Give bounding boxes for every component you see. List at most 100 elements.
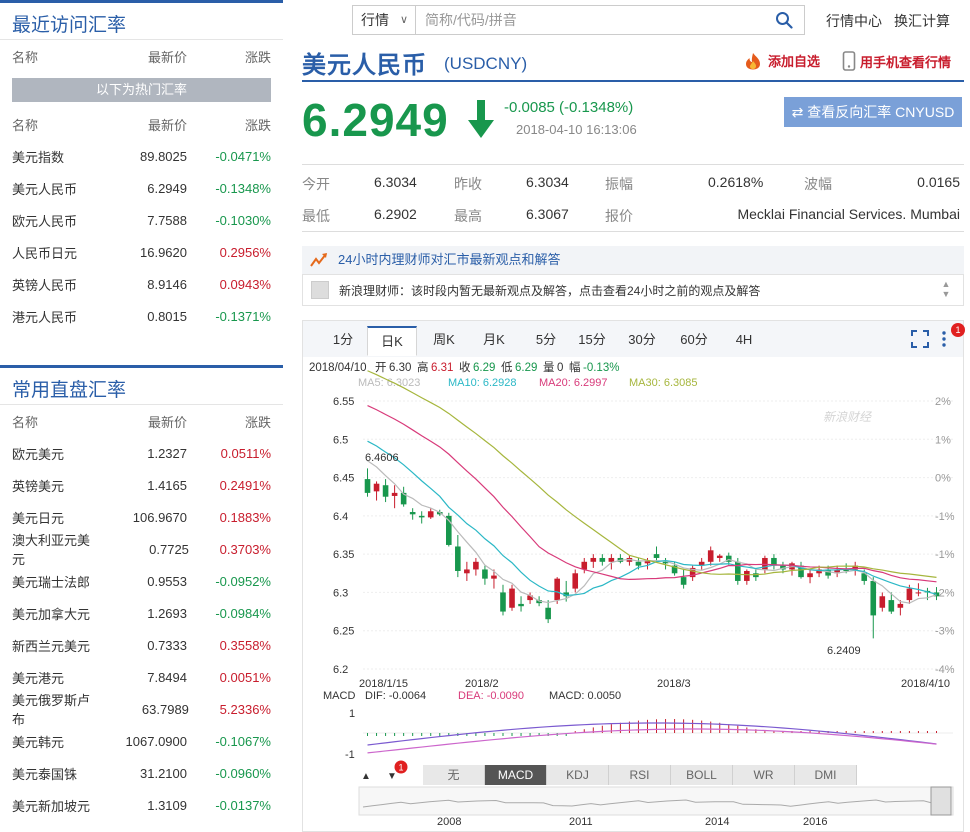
candle-body xyxy=(500,592,506,612)
rate-price: 7.7588 xyxy=(147,212,187,228)
high-value: 6.3067 xyxy=(526,206,569,222)
left-sidebar: 最近访问汇率 名称 最新价 涨跌 以下为热门汇率 名称 最新价 涨跌 美元指数 8… xyxy=(0,0,283,832)
candle-body xyxy=(545,607,551,620)
header-price: 最新价 xyxy=(147,117,187,133)
candle-body xyxy=(807,573,813,578)
y-tick-label-right: 0% xyxy=(935,473,951,485)
candle-body xyxy=(707,550,714,562)
rate-change: -0.1030% xyxy=(215,212,271,228)
indicator-tab[interactable]: KDJ xyxy=(547,765,609,785)
candle-body xyxy=(915,592,922,594)
mobile-view-button[interactable]: 用手机查看行情 xyxy=(842,51,951,71)
market-center-link[interactable]: 行情中心 xyxy=(826,11,882,31)
candle-body xyxy=(599,557,606,562)
amplitude-value: 0.2618% xyxy=(708,174,764,190)
rate-name: 美元指数 xyxy=(12,149,65,165)
header-name: 名称 xyxy=(12,117,39,133)
info-amp-label: 幅 xyxy=(569,361,581,374)
ma-legend-ma10: MA10: 6.2928 xyxy=(448,377,517,389)
rate-row[interactable]: 英镑人民币 8.9146 0.0943% xyxy=(0,268,283,300)
y-tick-label: 6.25 xyxy=(333,626,354,638)
rate-row[interactable]: 欧元美元 1.2327 0.0511% xyxy=(0,437,283,469)
y-tick-label: 6.4 xyxy=(333,511,348,523)
info-high: 6.31 xyxy=(431,362,453,374)
reverse-rate-button[interactable]: ⇄ 查看反向汇率 CNYUSD xyxy=(784,97,962,127)
rate-name: 美元港元 xyxy=(12,670,65,686)
rate-row[interactable]: 欧元人民币 7.7588 -0.1030% xyxy=(0,204,283,236)
macd-dif-line xyxy=(367,722,937,746)
rate-row[interactable]: 人民币日元 16.9620 0.2956% xyxy=(0,236,283,268)
volatility-value: 0.0165 xyxy=(917,174,960,190)
rate-row[interactable]: 美元新加坡元 1.3109 -0.0137% xyxy=(0,789,283,821)
search-icon[interactable] xyxy=(775,11,793,29)
arrow-down-icon xyxy=(468,100,494,138)
rate-change: 0.0051% xyxy=(219,669,271,685)
indicator-tabs: 无 MACD KDJ RSI BOLL WR DMI xyxy=(423,765,857,785)
rate-row[interactable]: 美元瑞士法郎 0.9553 -0.0952% xyxy=(0,565,283,597)
rate-row[interactable]: 美元泰国铢 31.2100 -0.0960% xyxy=(0,757,283,789)
indicator-tab[interactable]: DMI xyxy=(795,765,857,785)
rate-name: 美元俄罗斯卢布 xyxy=(12,693,91,727)
overview-handle xyxy=(930,786,952,816)
scroll-arrows-icon[interactable]: ▲ ▼ xyxy=(941,279,951,301)
market-select[interactable]: 行情 ∨ xyxy=(352,5,416,35)
add-favorite-button[interactable]: 添加自选 xyxy=(742,51,820,70)
pair-title: 美元人民币 xyxy=(302,52,427,79)
rate-row[interactable]: 美元指数 89.8025 -0.0471% xyxy=(0,140,283,172)
rate-row[interactable]: 美元港元 7.8494 0.0051% xyxy=(0,661,283,693)
indicator-tab[interactable]: RSI xyxy=(609,765,671,785)
rate-row[interactable]: 新西兰元美元 0.7333 0.3558% xyxy=(0,629,283,661)
indicator-tab[interactable]: 无 xyxy=(423,765,485,785)
candle-body xyxy=(590,557,597,562)
rate-row[interactable]: 美元日元 106.9670 0.1883% xyxy=(0,501,283,533)
rate-row[interactable]: 港元人民币 0.8015 -0.1371% xyxy=(0,300,283,332)
header-name: 名称 xyxy=(12,414,39,430)
macd-value: MACD: 0.0050 xyxy=(549,690,621,702)
rate-row[interactable]: 美元加拿大元 1.2693 -0.0984% xyxy=(0,597,283,629)
recent-rates-title: 最近访问汇率 xyxy=(0,0,283,40)
info-open-label: 开 xyxy=(375,362,387,374)
rate-price: 89.8025 xyxy=(140,148,187,164)
indicator-tab[interactable]: WR xyxy=(733,765,795,785)
advisor-header[interactable]: 24小时内理财师对汇市最新观点和解答 xyxy=(302,246,964,274)
advisor-message[interactable]: 新浪理财师：该时段内暂无最新观点及解答，点击查看24小时之前的观点及解答 ▲ ▼ xyxy=(302,274,964,306)
flame-icon xyxy=(746,52,760,69)
info-amp: -0.13% xyxy=(583,362,619,374)
currency-convert-link[interactable]: 换汇计算 xyxy=(894,11,950,31)
overview-year-label: 2014 xyxy=(705,816,729,828)
rate-row[interactable]: 英镑美元 1.4165 0.2491% xyxy=(0,469,283,501)
rate-change: 0.3558% xyxy=(219,637,271,653)
overview-year-label: 2008 xyxy=(437,816,461,828)
info-close: 6.29 xyxy=(473,362,495,374)
kline-chart[interactable]: 2018/04/10 开 6.30 高 6.31 收 6.29 低 6.29 量 0 幅 -0.13%M… xyxy=(303,321,963,831)
candle-body xyxy=(491,575,497,579)
candle-body xyxy=(572,573,579,589)
candle-body xyxy=(382,485,389,497)
rate-change: -0.0960% xyxy=(215,765,271,781)
rate-name: 美元瑞士法郎 xyxy=(12,574,91,590)
rate-row[interactable]: 美元俄罗斯卢布 63.7989 5.2336% xyxy=(0,693,283,727)
trend-icon xyxy=(310,253,327,267)
quote-time: 2018-04-10 16:13:06 xyxy=(516,122,637,137)
candle-body xyxy=(509,588,515,608)
indicator-tab[interactable]: BOLL xyxy=(671,765,733,785)
header-change: 涨跌 xyxy=(244,49,271,65)
candle-body xyxy=(870,580,877,616)
indicator-tab[interactable]: MACD xyxy=(485,765,547,785)
rate-row[interactable]: 美元韩元 1067.0900 -0.1067% xyxy=(0,725,283,757)
rate-change: -0.0984% xyxy=(215,605,271,621)
rate-row[interactable]: 澳大利亚元美元 0.7725 0.3703% xyxy=(0,533,283,567)
ma-legend-ma20: MA20: 6.2997 xyxy=(539,377,608,389)
macd-title: MACD xyxy=(323,690,355,702)
rate-name: 英镑美元 xyxy=(12,478,65,494)
ma-legend-ma30: MA30: 6.3085 xyxy=(629,377,698,389)
search-input[interactable]: 简称/代码/拼音 xyxy=(415,5,805,35)
info-low-label: 低 xyxy=(501,361,513,374)
candle-body xyxy=(418,515,425,518)
ma10-line xyxy=(367,440,937,596)
rate-row[interactable]: 美元人民币 6.2949 -0.1348% xyxy=(0,172,283,204)
info-volume-label: 量 xyxy=(543,361,555,374)
market-select-label: 行情 xyxy=(361,12,389,28)
y-tick-label-right: -4% xyxy=(935,664,955,676)
info-open: 6.30 xyxy=(389,362,411,374)
